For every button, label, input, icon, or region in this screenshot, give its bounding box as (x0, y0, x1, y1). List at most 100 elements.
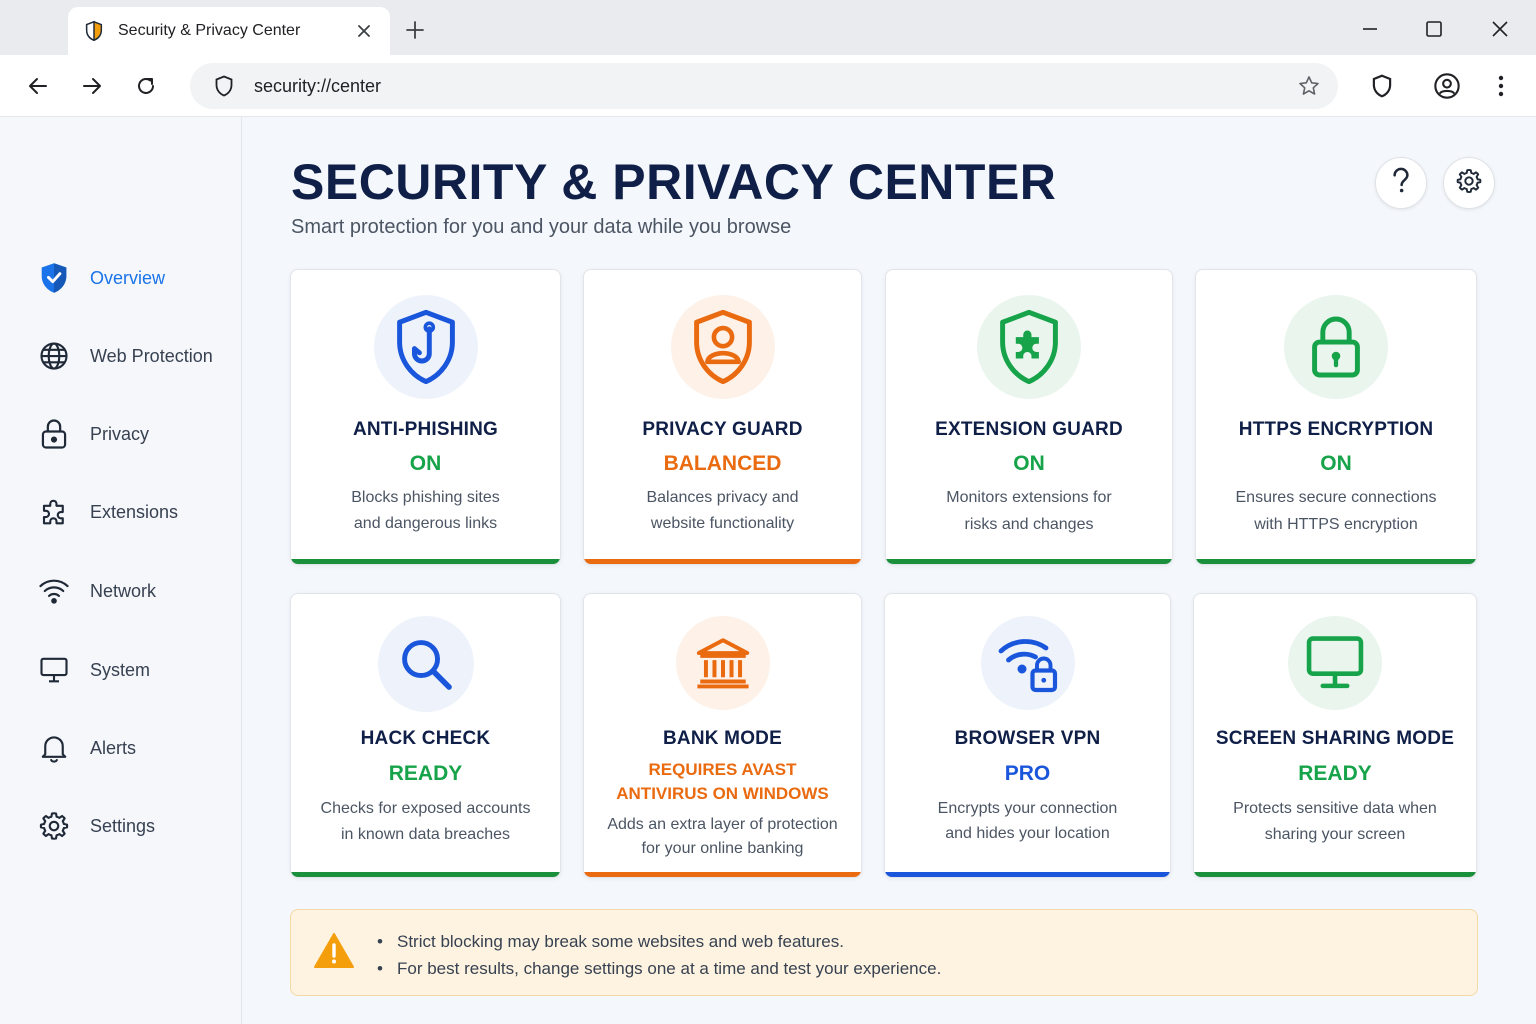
sidebar: Overview Web Protection Privacy Extensio… (0, 117, 242, 1024)
card-status: ON (409, 452, 442, 475)
sidebar-item-label: Alerts (90, 737, 137, 758)
card-description: website functionality (650, 515, 795, 532)
card-https-encryption[interactable]: HTTPS ENCRYPTION ON Ensures secure conne… (1195, 269, 1477, 565)
card-status: READY (1298, 762, 1372, 785)
lock-icon (38, 418, 70, 450)
shield-check-icon (38, 262, 70, 294)
card-status: ON (1320, 452, 1352, 475)
warning-line: For best results, change settings one at… (377, 955, 941, 982)
card-accent-bar (291, 872, 560, 877)
card-title: EXTENSION GUARD (935, 419, 1123, 440)
shield-hook-icon (373, 295, 478, 399)
padlock-icon (1284, 295, 1388, 399)
arrow-left-icon[interactable] (20, 68, 56, 104)
sidebar-item-extensions[interactable]: Extensions (0, 484, 241, 540)
sidebar-item-label: System (90, 659, 151, 680)
sidebar-item-overview[interactable]: Overview (0, 250, 241, 306)
card-description: with HTTPS encryption (1254, 516, 1418, 533)
browser-tab[interactable]: Security & Privacy Center (68, 7, 390, 55)
card-title: BANK MODE (663, 728, 782, 749)
extension-shield-icon[interactable] (1364, 68, 1400, 104)
card-description: Adds an extra layer of protection (607, 816, 838, 833)
shield-favicon-icon (82, 19, 106, 43)
sidebar-item-label: Network (90, 580, 157, 601)
address-bar[interactable]: security://center (190, 63, 1338, 109)
shield-user-icon (670, 295, 775, 399)
browser-toolbar: security://center (0, 55, 1536, 117)
help-button[interactable] (1375, 157, 1427, 209)
card-description: Protects sensitive data when (1233, 800, 1437, 817)
sidebar-item-web-protection[interactable]: Web Protection (0, 328, 241, 384)
sidebar-item-privacy[interactable]: Privacy (0, 406, 241, 462)
warning-list: Strict blocking may break some websites … (377, 928, 941, 982)
gear-icon (1456, 168, 1482, 199)
globe-icon (38, 340, 70, 372)
card-description: sharing your screen (1264, 826, 1406, 843)
card-title: HACK CHECK (360, 728, 491, 749)
sidebar-item-label: Web Protection (90, 345, 213, 366)
card-description: Checks for exposed accounts (320, 800, 531, 817)
page-title: SECURITY & PRIVACY CENTER (291, 154, 1057, 210)
card-description: Blocks phishing sites (351, 489, 500, 506)
maximize-icon[interactable] (1414, 12, 1454, 46)
card-title: ANTI-PHISHING (352, 419, 499, 440)
star-icon[interactable] (1294, 71, 1324, 101)
card-description: Ensures secure connections (1235, 489, 1437, 506)
card-extension-guard[interactable]: EXTENSION GUARD ON Monitors extensions f… (885, 269, 1173, 565)
sidebar-item-label: Extensions (90, 501, 179, 522)
card-status: BALANCED (663, 452, 782, 475)
tab-strip: Security & Privacy Center (0, 0, 1536, 55)
card-accent-bar (1196, 559, 1476, 564)
card-description: Monitors extensions for (946, 489, 1112, 506)
warning-line: Strict blocking may break some websites … (377, 928, 941, 955)
help-icon (1390, 167, 1412, 200)
card-description: in known data breaches (341, 826, 510, 843)
sidebar-item-alerts[interactable]: Alerts (0, 720, 241, 776)
card-status: ANTIVIRUS ON WINDOWS (616, 784, 829, 803)
tab-title: Security & Privacy Center (118, 22, 301, 39)
card-accent-bar (885, 872, 1170, 877)
card-title: HTTPS ENCRYPTION (1238, 419, 1434, 440)
card-browser-vpn[interactable]: BROWSER VPN PRO Encrypts your connection… (884, 593, 1171, 878)
sidebar-item-system[interactable]: System (0, 642, 241, 698)
settings-button[interactable] (1443, 157, 1495, 209)
reload-icon[interactable] (128, 68, 164, 104)
card-hack-check[interactable]: HACK CHECK READY Checks for exposed acco… (290, 593, 561, 878)
bell-icon (38, 732, 70, 764)
arrow-right-icon[interactable] (74, 68, 110, 104)
gear-icon (38, 810, 70, 842)
shield-puzzle-icon (977, 295, 1081, 399)
card-screen-sharing-mode[interactable]: SCREEN SHARING MODE READY Protects sensi… (1193, 593, 1477, 878)
kebab-menu-icon[interactable] (1483, 68, 1519, 104)
card-bank-mode[interactable]: BANK MODE REQUIRES AVAST ANTIVIRUS ON WI… (583, 593, 862, 878)
card-privacy-guard[interactable]: PRIVACY GUARD BALANCED Balances privacy … (583, 269, 862, 565)
wifi-icon (38, 575, 70, 607)
card-status: ON (1013, 452, 1045, 475)
card-accent-bar (291, 559, 560, 564)
card-accent-bar (886, 559, 1172, 564)
screen-icon (1288, 616, 1382, 710)
sidebar-item-network[interactable]: Network (0, 563, 241, 619)
main-content: SECURITY & PRIVACY CENTER Smart protecti… (242, 117, 1536, 1024)
user-circle-icon[interactable] (1429, 68, 1465, 104)
sidebar-item-label: Privacy (90, 423, 150, 444)
card-status: REQUIRES AVAST (648, 760, 797, 779)
shield-icon[interactable] (210, 72, 238, 100)
window-close-icon[interactable] (1480, 12, 1520, 46)
card-title: BROWSER VPN (954, 728, 1101, 749)
magnifier-icon (377, 616, 474, 712)
minimize-icon[interactable] (1350, 12, 1390, 46)
card-description: and dangerous links (353, 515, 498, 532)
monitor-icon (38, 654, 70, 686)
puzzle-icon (38, 496, 70, 528)
plus-icon[interactable] (400, 15, 430, 45)
card-description: and hides your location (945, 825, 1110, 842)
warning-triangle-icon (313, 932, 355, 972)
url-text[interactable]: security://center (254, 76, 1294, 97)
bank-icon (675, 616, 770, 710)
sidebar-item-settings[interactable]: Settings (0, 798, 241, 854)
close-icon[interactable] (352, 19, 376, 43)
card-anti-phishing[interactable]: ANTI-PHISHING ON Blocks phishing sites a… (290, 269, 561, 565)
page-subtitle: Smart protection for you and your data w… (291, 216, 792, 238)
card-accent-bar (584, 559, 861, 564)
